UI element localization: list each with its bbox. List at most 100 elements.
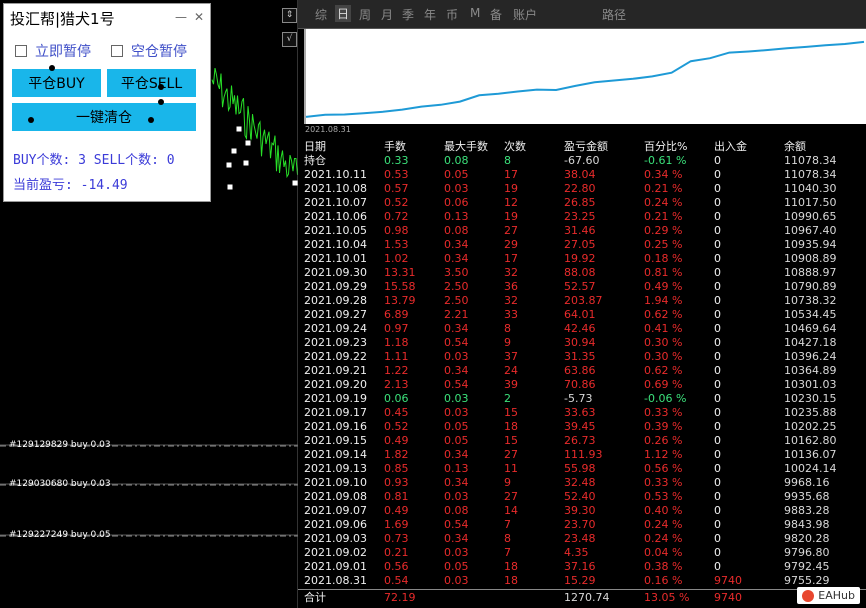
marker-dot xyxy=(49,65,55,71)
cell: 2021.10.08 xyxy=(304,182,367,195)
cell: 0 xyxy=(714,308,721,321)
checkbox-box[interactable] xyxy=(111,45,123,57)
cell: 2021.09.08 xyxy=(304,490,367,503)
cell: 0.25 % xyxy=(644,238,683,251)
cell: 2021.09.23 xyxy=(304,336,367,349)
cell: 8 xyxy=(504,532,511,545)
cell: 9792.45 xyxy=(784,560,830,573)
tab-m[interactable]: M xyxy=(470,6,480,20)
cell: 8 xyxy=(504,322,511,335)
tab-month[interactable]: 月 xyxy=(381,6,393,23)
close-all-button[interactable]: 一键清仓 xyxy=(12,103,196,131)
cell: 2021.09.06 xyxy=(304,518,367,531)
cell: 0.41 % xyxy=(644,322,683,335)
cell: 2.13 xyxy=(384,378,409,391)
close-icon[interactable]: ✕ xyxy=(194,10,204,24)
cell: 0.39 % xyxy=(644,420,683,433)
cell: 0.93 xyxy=(384,476,409,489)
cell: 39.45 xyxy=(564,420,596,433)
pause-now-checkbox[interactable]: 立即暂停 xyxy=(15,41,91,61)
close-buy-button[interactable]: 平仓BUY xyxy=(12,69,101,97)
cell: 31.46 xyxy=(564,224,596,237)
cell: 19 xyxy=(504,210,518,223)
order-label: #129030680 buy 0.03 xyxy=(9,479,111,489)
trade-marker xyxy=(244,139,252,147)
cell: 0.97 xyxy=(384,322,409,335)
cell: 0 xyxy=(714,434,721,447)
cell: 0 xyxy=(714,364,721,377)
pause-flat-checkbox[interactable]: 空仓暂停 xyxy=(111,41,187,61)
table-row: 2021.09.15 0.49 0.05 15 26.73 0.26 % 0 10162.80 xyxy=(298,434,866,448)
close-sell-button[interactable]: 平仓SELL xyxy=(107,69,196,97)
chart-toggle-icon[interactable]: ⇕ xyxy=(282,8,297,23)
cell: 9935.68 xyxy=(784,490,830,503)
tab-day[interactable]: 日 xyxy=(335,5,352,22)
tab-week[interactable]: 周 xyxy=(359,6,371,23)
cell: 32 xyxy=(504,294,518,307)
cell: 0.34 xyxy=(444,322,469,335)
cell: 13.31 xyxy=(384,266,416,279)
cell: 2021.09.02 xyxy=(304,546,367,559)
cell: 2021.09.20 xyxy=(304,378,367,391)
cell: 0 xyxy=(714,252,721,265)
tab-account[interactable]: 账户 xyxy=(513,6,537,23)
cell: 0 xyxy=(714,350,721,363)
watermark-logo: EAHub xyxy=(797,587,860,604)
cell: 32.48 xyxy=(564,476,596,489)
cell: 9755.29 xyxy=(784,574,830,587)
cell: -0.61 % xyxy=(644,154,687,167)
cell: 持仓 xyxy=(304,154,326,167)
cell: 0.03 xyxy=(444,392,469,405)
minimize-icon[interactable]: — xyxy=(175,10,187,24)
cell: 0 xyxy=(714,406,721,419)
table-row: 2021.10.01 1.02 0.34 17 19.92 0.18 % 0 10908.89 xyxy=(298,252,866,266)
cell: 111.93 xyxy=(564,448,603,461)
cell: 15 xyxy=(504,406,518,419)
cell: 2021.09.17 xyxy=(304,406,367,419)
tab-quarter[interactable]: 季 xyxy=(402,6,414,23)
cell: 0.33 xyxy=(384,154,409,167)
table-row: 2021.08.31 0.54 0.03 18 15.29 0.16 % 9740 9755.… xyxy=(298,574,866,588)
cell: 0.05 xyxy=(444,420,469,433)
cell: 6.89 xyxy=(384,308,409,321)
total-pct: 13.05 % xyxy=(644,591,690,604)
cell: 0.54 xyxy=(444,378,469,391)
cell: 23.48 xyxy=(564,532,596,545)
cell: 2021.09.15 xyxy=(304,434,367,447)
cell: 0.34 xyxy=(444,252,469,265)
ea-control-panel: 投汇帮|猎犬1号 — ✕ 立即暂停 空仓暂停 平仓BUY 平仓SELL 一键清仓… xyxy=(3,3,211,202)
tab-summary[interactable]: 综 xyxy=(315,6,327,23)
tab-path[interactable]: 路径 xyxy=(602,6,626,23)
cell: 17 xyxy=(504,252,518,265)
chart-check-icon[interactable]: √ xyxy=(282,32,297,47)
cell: 2021.10.07 xyxy=(304,196,367,209)
cell: 70.86 xyxy=(564,378,596,391)
cell: -5.73 xyxy=(564,392,593,405)
cell: 0 xyxy=(714,560,721,573)
cell: 0.56 % xyxy=(644,462,683,475)
cell: 9 xyxy=(504,336,511,349)
table-row: 2021.10.08 0.57 0.03 19 22.80 0.21 % 0 11040.30 xyxy=(298,182,866,196)
cell: 0.54 xyxy=(444,518,469,531)
cell: 最大手数 xyxy=(444,140,488,153)
table-row: 2021.09.06 1.69 0.54 7 23.70 0.24 % 0 9843.98 xyxy=(298,518,866,532)
tab-year[interactable]: 年 xyxy=(424,6,436,23)
checkbox-box[interactable] xyxy=(15,45,27,57)
cell: 0.24 % xyxy=(644,196,683,209)
cell: 15.29 xyxy=(564,574,596,587)
cell: 10469.64 xyxy=(784,322,837,335)
cell: 9820.28 xyxy=(784,532,830,545)
cell: 0.33 % xyxy=(644,476,683,489)
table-row: 2021.09.29 15.58 2.50 36 52.57 0.49 % 0 10790.8… xyxy=(298,280,866,294)
cell: 0.49 xyxy=(384,434,409,447)
tab-backup[interactable]: 备 xyxy=(490,6,502,23)
cell: 0.03 xyxy=(444,350,469,363)
watermark-text: EAHub xyxy=(818,589,855,602)
cell: 10301.03 xyxy=(784,378,837,391)
trade-marker xyxy=(230,147,238,155)
cell: 百分比% xyxy=(644,140,688,153)
cell: 10202.25 xyxy=(784,420,837,433)
total-row: 合计 72.19 1270.74 13.05 % 9740 xyxy=(298,589,866,606)
table-row: 2021.09.14 1.82 0.34 27 111.93 1.12 % 0 10136.0… xyxy=(298,448,866,462)
tab-currency[interactable]: 币 xyxy=(446,6,458,23)
